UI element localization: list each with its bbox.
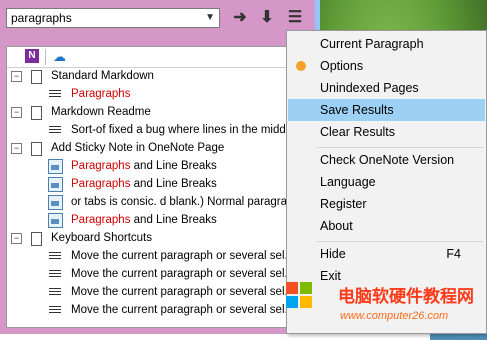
search-input[interactable]	[7, 9, 195, 27]
image-icon	[48, 195, 63, 210]
search-window: ▼ ➜ ⬇ ☰ N ☁ − Standard Markdown Paragrap…	[0, 0, 315, 334]
paragraph-icon	[49, 288, 61, 298]
collapse-icon[interactable]: −	[11, 71, 22, 82]
watermark-url: www.computer26.com	[340, 310, 449, 322]
paragraph-icon	[49, 126, 61, 136]
hamburger-menu-icon[interactable]: ☰	[287, 10, 303, 26]
list-item[interactable]: − Standard Markdown	[7, 67, 301, 85]
watermark-title: 电脑软硬件教程网	[338, 287, 474, 306]
menu-item-about[interactable]: About	[288, 215, 485, 237]
list-item[interactable]: − Add Sticky Note in OneNote Page	[7, 139, 301, 157]
list-item[interactable]: Move the current paragraph or several se…	[7, 283, 301, 301]
go-arrow-icon[interactable]: ➜	[232, 10, 248, 26]
paragraph-icon	[49, 90, 61, 100]
chevron-down-icon[interactable]: ▼	[205, 12, 215, 23]
onedrive-icon[interactable]: ☁	[53, 50, 66, 63]
menu-item-check-version[interactable]: Check OneNote Version	[288, 149, 485, 171]
list-item[interactable]: or tabs is consic. d blank.) Normal para…	[7, 193, 301, 211]
list-item[interactable]: Move the current paragraph or several se…	[7, 301, 301, 319]
list-item[interactable]: Paragraphs and Line Breaks	[7, 157, 301, 175]
collapse-icon[interactable]: −	[11, 233, 22, 244]
page-icon	[31, 142, 42, 156]
menu-item-unindexed-pages[interactable]: Unindexed Pages	[288, 77, 485, 99]
onenote-icon: N	[28, 50, 36, 61]
onenote-tab[interactable]: N	[25, 49, 39, 63]
image-icon	[48, 177, 63, 192]
paragraph-icon	[49, 270, 61, 280]
watermark-logo: 电脑软硬件教程网 www.computer26.com	[278, 276, 487, 334]
collapse-icon[interactable]: −	[11, 143, 22, 154]
page-icon	[31, 70, 42, 84]
notebook-tabs: N ☁	[7, 47, 301, 68]
list-item[interactable]: Paragraphs	[7, 85, 301, 103]
search-combobox[interactable]: ▼	[6, 8, 220, 28]
image-icon	[48, 159, 63, 174]
page-icon	[31, 106, 42, 120]
menu-separator	[317, 147, 483, 148]
collapse-icon[interactable]: −	[11, 107, 22, 118]
list-item[interactable]: − Markdown Readme	[7, 103, 301, 121]
list-item[interactable]: Move the current paragraph or several se…	[7, 247, 301, 265]
list-item[interactable]: Move the current paragraph or several se…	[7, 265, 301, 283]
menu-item-language[interactable]: Language	[288, 171, 485, 193]
list-item[interactable]: Paragraphs and Line Breaks	[7, 175, 301, 193]
options-icon	[296, 61, 306, 71]
download-icon[interactable]: ⬇	[259, 10, 275, 26]
list-item[interactable]: − Keyboard Shortcuts	[7, 229, 301, 247]
paragraph-icon	[49, 252, 61, 262]
menu-item-register[interactable]: Register	[288, 193, 485, 215]
menu-item-current-paragraph[interactable]: Current Paragraph	[288, 33, 485, 55]
menu-item-clear-results[interactable]: Clear Results	[288, 121, 485, 143]
page-icon	[31, 232, 42, 246]
list-item[interactable]: Sort-of fixed a bug where lines in the m…	[7, 121, 301, 139]
paragraph-icon	[49, 306, 61, 316]
menu-item-save-results[interactable]: Save Results	[288, 99, 485, 121]
menu-separator	[317, 241, 483, 242]
menu-item-hide[interactable]: Hide F4	[288, 243, 485, 265]
results-panel: N ☁ − Standard Markdown Paragraphs − Mar…	[6, 46, 302, 328]
menu-item-options[interactable]: Options	[288, 55, 485, 77]
list-item[interactable]: Paragraphs and Line Breaks	[7, 211, 301, 229]
image-icon	[48, 213, 63, 228]
